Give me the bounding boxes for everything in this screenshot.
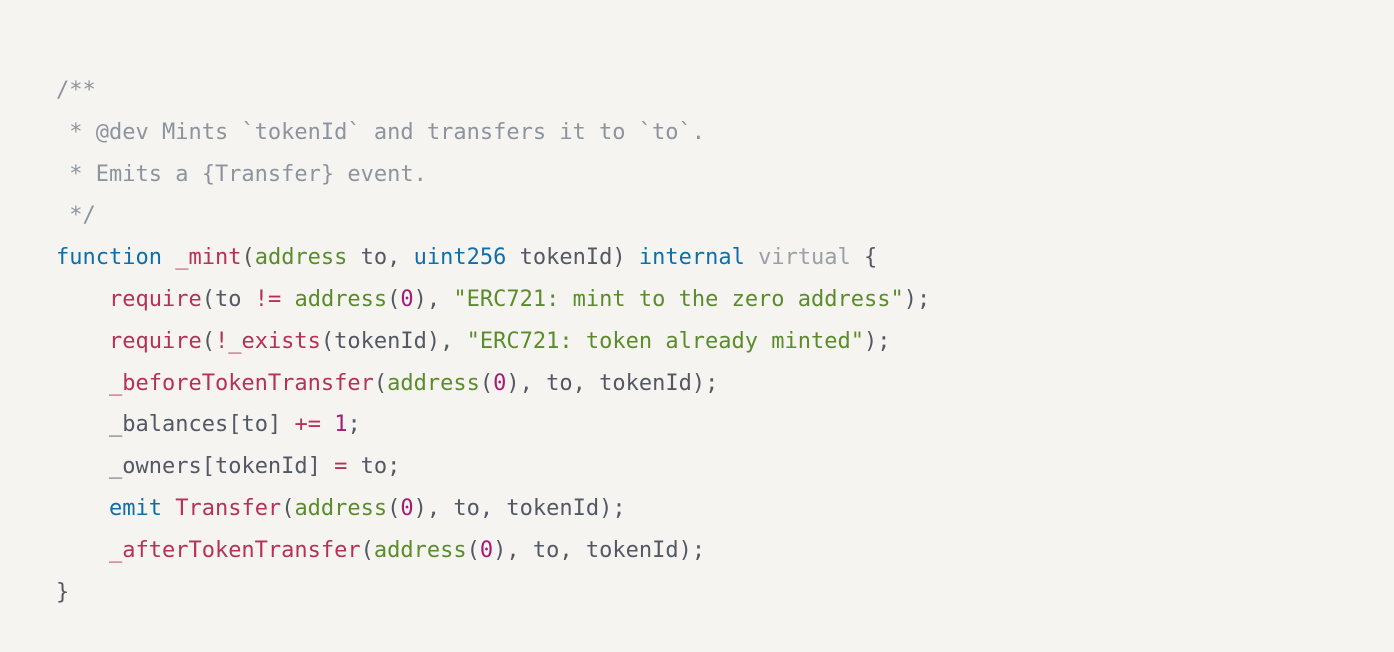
semicolon: ; xyxy=(917,287,930,312)
keyword-internal: internal xyxy=(639,245,745,270)
brace-close: } xyxy=(56,580,69,605)
classname-transfer: Transfer xyxy=(175,496,281,521)
call-after-token-transfer: _afterTokenTransfer xyxy=(109,538,361,563)
keyword-function: function xyxy=(56,245,162,270)
op-not: ! xyxy=(215,329,228,354)
paren-open: ( xyxy=(241,245,254,270)
comment-line: /** xyxy=(56,78,96,103)
bracket-close: ] xyxy=(268,412,281,437)
function-name-mint: _mint xyxy=(175,245,241,270)
op-pluseq: += xyxy=(294,412,321,437)
bracket-open: [ xyxy=(228,412,241,437)
op-eq: = xyxy=(334,454,347,479)
paren-close: ) xyxy=(612,245,625,270)
comment-line: * @dev Mints `tokenId` and transfers it … xyxy=(56,120,705,145)
keyword-virtual: virtual xyxy=(758,245,851,270)
ident-balances: _balances xyxy=(109,412,228,437)
num-zero: 0 xyxy=(400,287,413,312)
ident-tokenid: tokenId xyxy=(334,329,427,354)
ident-owners: _owners xyxy=(109,454,202,479)
string-mint-zero: "ERC721: mint to the zero address" xyxy=(453,287,903,312)
call-before-token-transfer: _beforeTokenTransfer xyxy=(109,371,374,396)
keyword-emit: emit xyxy=(109,496,162,521)
op-neq: != xyxy=(255,287,282,312)
brace-open: { xyxy=(864,245,877,270)
code-block: /** * @dev Mints `tokenId` and transfers… xyxy=(56,70,1338,613)
type-uint256: uint256 xyxy=(414,245,507,270)
call-require: require xyxy=(109,287,202,312)
ident-to: to xyxy=(215,287,242,312)
comment-line: * Emits a {Transfer} event. xyxy=(56,162,427,187)
call-address: address xyxy=(387,371,480,396)
param-to: to xyxy=(361,245,388,270)
comment-line: */ xyxy=(56,203,96,228)
call-exists: _exists xyxy=(228,329,321,354)
comma: , xyxy=(387,245,414,270)
call-require: require xyxy=(109,329,202,354)
param-tokenid: tokenId xyxy=(520,245,613,270)
type-address: address xyxy=(255,245,348,270)
call-address: address xyxy=(294,287,387,312)
num-one: 1 xyxy=(334,412,347,437)
string-already-minted: "ERC721: token already minted" xyxy=(467,329,864,354)
